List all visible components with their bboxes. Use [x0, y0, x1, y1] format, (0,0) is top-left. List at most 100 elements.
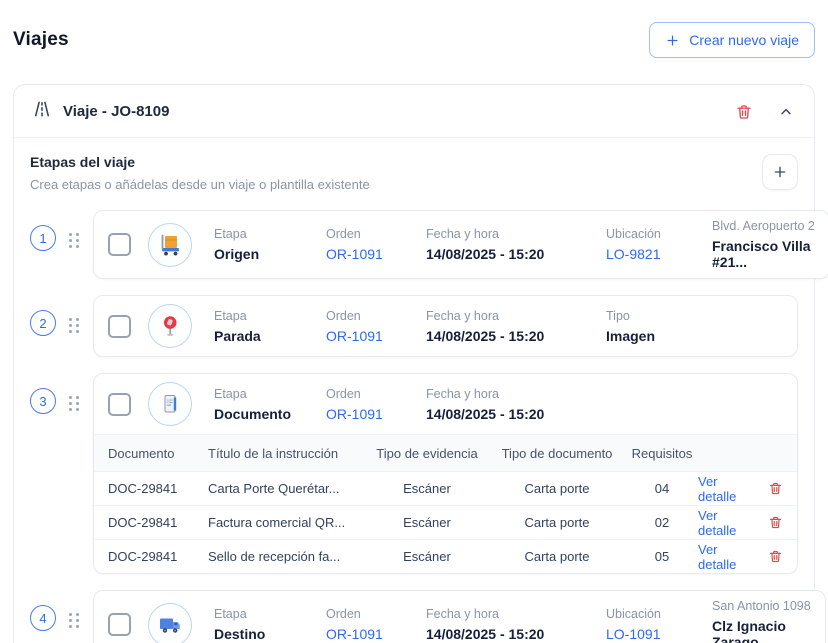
field-label: Tipo: [606, 309, 688, 323]
field-label: Blvd. Aeropuerto 2: [712, 219, 815, 233]
cell-titulo: Carta Porte Querétar...: [208, 481, 366, 496]
create-trip-button[interactable]: Crear nuevo viaje: [649, 22, 815, 58]
drag-handle[interactable]: [69, 318, 79, 333]
field-etapa: Etapa Documento: [214, 387, 302, 422]
cell-evidencia: Escáner: [366, 515, 488, 530]
cell-documento: DOC-29841: [108, 481, 208, 496]
field-direccion: San Antonio 1098 Clz Ignacio Zarago...: [712, 599, 811, 643]
order-link[interactable]: OR-1091: [326, 406, 402, 422]
delete-trip-button[interactable]: [733, 101, 755, 123]
trash-icon: [768, 515, 783, 530]
documents-table-header: Documento Título de la instrucción Tipo …: [94, 435, 797, 471]
stage-number-badge: 3: [30, 388, 56, 414]
stop-pin-icon: [148, 304, 192, 348]
stages-title: Etapas del viaje: [30, 154, 370, 170]
trip-title: Viaje - JO-8109: [63, 103, 722, 120]
stage-row-documento: 3: [30, 373, 798, 574]
document-row: DOC-29841 Carta Porte Querétar... Escáne…: [94, 471, 797, 505]
hand-truck-icon: [148, 223, 192, 267]
drag-handle[interactable]: [69, 613, 79, 628]
field-value: Clz Ignacio Zarago...: [712, 618, 811, 643]
trash-icon: [768, 549, 783, 564]
field-orden: Orden OR-1091: [326, 309, 402, 344]
stage-fields: Etapa Origen Orden OR-1091 Fecha y hora …: [214, 219, 815, 270]
col-header-evidencia: Tipo de evidencia: [366, 446, 488, 461]
stage-number-badge: 1: [30, 225, 56, 251]
field-label: Orden: [326, 387, 402, 401]
field-etapa: Etapa Destino: [214, 607, 302, 642]
truck-icon: [148, 603, 192, 643]
order-link[interactable]: OR-1091: [326, 626, 402, 642]
field-label: Orden: [326, 309, 402, 323]
stage-row-destino: 4: [30, 590, 798, 643]
col-header-titulo: Título de la instrucción: [208, 446, 366, 461]
delete-document-button[interactable]: [768, 481, 783, 496]
documents-table: Documento Título de la instrucción Tipo …: [94, 434, 797, 573]
field-orden: Orden OR-1091: [326, 227, 402, 262]
cell-tipo-documento: Carta porte: [488, 515, 626, 530]
chevron-up-icon: [778, 104, 794, 120]
stage-checkbox[interactable]: [108, 233, 131, 256]
add-stage-button[interactable]: [762, 154, 798, 190]
plus-icon: [772, 164, 788, 180]
stages-section-titles: Etapas del viaje Crea etapas o añádelas …: [30, 154, 370, 192]
stage-card: Etapa Origen Orden OR-1091 Fecha y hora …: [93, 210, 828, 279]
location-link[interactable]: LO-9821: [606, 246, 688, 262]
cell-requisitos: 02: [626, 515, 698, 530]
col-header-requisitos: Requisitos: [626, 446, 698, 461]
cell-requisitos: 05: [626, 549, 698, 564]
field-ubicacion: Ubicación LO-9821: [606, 227, 688, 262]
stage-fields: Etapa Documento Orden OR-1091 Fecha y ho…: [214, 387, 783, 422]
viajes-page: Viajes Crear nuevo viaje Viaje - JO-8109: [0, 0, 828, 643]
view-detail-link[interactable]: Ver detalle: [698, 474, 754, 504]
field-label: Orden: [326, 607, 402, 621]
trash-icon: [768, 481, 783, 496]
document-row: DOC-29841 Factura comercial QR... Escáne…: [94, 505, 797, 539]
drag-handle[interactable]: [69, 396, 79, 411]
field-tipo: Tipo Imagen: [606, 309, 688, 344]
field-etapa: Etapa Origen: [214, 227, 302, 262]
field-orden: Orden OR-1091: [326, 387, 402, 422]
stage-checkbox[interactable]: [108, 393, 131, 416]
view-detail-link[interactable]: Ver detalle: [698, 508, 754, 538]
field-value: Parada: [214, 328, 302, 344]
field-fecha: Fecha y hora 14/08/2025 - 15:20: [426, 227, 582, 262]
field-value: 14/08/2025 - 15:20: [426, 626, 582, 642]
field-value: Destino: [214, 626, 302, 642]
trip-card: Viaje - JO-8109 Etapas del viaje Crea et…: [13, 84, 815, 643]
view-detail-link[interactable]: Ver detalle: [698, 542, 754, 572]
field-etapa: Etapa Parada: [214, 309, 302, 344]
field-value: Documento: [214, 406, 302, 422]
delete-document-button[interactable]: [768, 549, 783, 564]
stage-card: Etapa Parada Orden OR-1091 Fecha y hora …: [93, 295, 798, 357]
order-link[interactable]: OR-1091: [326, 246, 402, 262]
create-trip-label: Crear nuevo viaje: [689, 32, 799, 48]
field-label: Etapa: [214, 227, 302, 241]
delete-document-button[interactable]: [768, 515, 783, 530]
stage-main: Etapa Documento Orden OR-1091 Fecha y ho…: [94, 374, 797, 434]
stage-fields: Etapa Destino Orden OR-1091 Fecha y hora…: [214, 599, 811, 643]
cell-documento: DOC-29841: [108, 515, 208, 530]
field-ubicacion: Ubicación LO-1091: [606, 607, 688, 642]
field-fecha: Fecha y hora 14/08/2025 - 15:20: [426, 309, 582, 344]
field-fecha: Fecha y hora 14/08/2025 - 15:20: [426, 607, 582, 642]
cell-tipo-documento: Carta porte: [488, 481, 626, 496]
stage-checkbox[interactable]: [108, 613, 131, 636]
stage-checkbox[interactable]: [108, 315, 131, 338]
order-link[interactable]: OR-1091: [326, 328, 402, 344]
cell-evidencia: Escáner: [366, 549, 488, 564]
drag-handle[interactable]: [69, 233, 79, 248]
field-label: Ubicación: [606, 227, 688, 241]
field-value: 14/08/2025 - 15:20: [426, 406, 582, 422]
field-value: 14/08/2025 - 15:20: [426, 328, 582, 344]
location-link[interactable]: LO-1091: [606, 626, 688, 642]
top-bar: Viajes Crear nuevo viaje: [13, 0, 815, 58]
field-label: Orden: [326, 227, 402, 241]
plus-icon: [665, 33, 680, 48]
collapse-trip-button[interactable]: [776, 102, 796, 122]
page-title: Viajes: [13, 29, 69, 51]
stage-main: Etapa Origen Orden OR-1091 Fecha y hora …: [94, 211, 828, 278]
field-label: Etapa: [214, 309, 302, 323]
field-label: Etapa: [214, 387, 302, 401]
stage-card: Etapa Destino Orden OR-1091 Fecha y hora…: [93, 590, 826, 643]
